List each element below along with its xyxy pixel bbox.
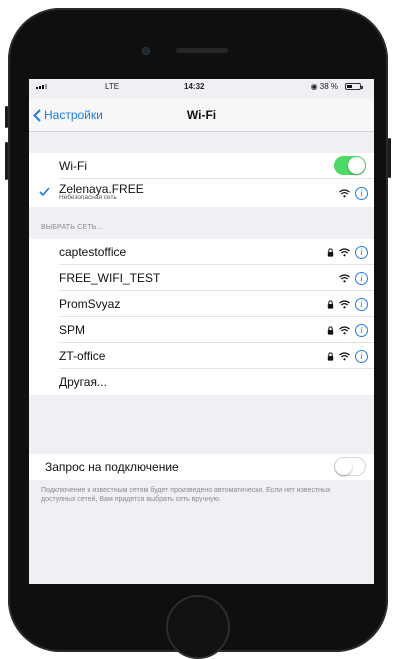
network-icons: i — [327, 343, 368, 369]
toggle-knob — [348, 157, 365, 174]
network-list: captestoffice i FREE_WIFI_TEST i PromSvy… — [29, 239, 374, 395]
battery-level — [347, 85, 352, 88]
ask-to-join-label: Запрос на подключение — [45, 460, 179, 474]
network-name: ZT-office — [59, 349, 106, 363]
info-icon[interactable]: i — [355, 349, 368, 363]
network-icons: i — [327, 291, 368, 317]
page-title: Wi-Fi — [186, 108, 217, 122]
lock-icon — [327, 299, 334, 309]
status-bar: LTE 14:32 ◉ 38 % — [29, 79, 374, 95]
wifi-toggle-row: Wi-Fi — [29, 153, 374, 179]
power-button — [388, 138, 391, 178]
ask-to-join-toggle[interactable] — [334, 457, 366, 476]
wifi-icon — [339, 247, 350, 256]
wifi-icon — [339, 325, 350, 334]
navigation-bar: Настройки Wi-Fi — [29, 99, 374, 132]
choose-network-header: ВЫБРАТЬ СЕТЬ... — [41, 224, 104, 231]
wifi-group: Wi-Fi Zelenaya.FREE Небезопасная сеть i — [29, 153, 374, 207]
network-row[interactable]: captestoffice i — [29, 239, 374, 265]
wifi-icon — [339, 188, 350, 197]
volume-down-button — [5, 142, 8, 180]
network-name: captestoffice — [59, 245, 127, 259]
home-button[interactable] — [166, 595, 230, 659]
network-row[interactable]: FREE_WIFI_TEST i — [29, 265, 374, 291]
network-row[interactable]: PromSvyaz i — [29, 291, 374, 317]
volume-up-button — [5, 106, 8, 128]
earpiece-speaker — [176, 48, 228, 53]
wifi-toggle[interactable] — [334, 156, 366, 175]
network-icons: i — [327, 317, 368, 343]
front-camera — [142, 47, 150, 55]
lock-icon — [327, 247, 334, 257]
toggle-knob — [335, 458, 352, 475]
battery-icon — [345, 83, 363, 90]
info-icon[interactable]: i — [355, 271, 368, 285]
network-icons: i — [339, 179, 368, 207]
network-row[interactable]: ZT-office i — [29, 343, 374, 369]
ask-to-join-row: Запрос на подключение — [29, 454, 374, 480]
info-icon[interactable]: i — [355, 186, 368, 200]
checkmark-icon — [39, 187, 50, 196]
network-name: PromSvyaz — [59, 297, 121, 311]
ask-to-join-footer: Подключение к известным сетям будет прои… — [41, 487, 331, 503]
wifi-label: Wi-Fi — [59, 159, 87, 173]
wifi-icon — [339, 351, 350, 360]
info-icon[interactable]: i — [355, 245, 368, 259]
connected-network-subtitle: Небезопасная сеть — [59, 194, 117, 201]
status-time: 14:32 — [184, 82, 205, 91]
info-icon[interactable]: i — [355, 297, 368, 311]
other-network-label: Другая... — [59, 375, 107, 389]
wifi-icon — [339, 299, 350, 308]
ask-to-join-group: Запрос на подключение — [29, 454, 374, 480]
info-icon[interactable]: i — [355, 323, 368, 337]
wifi-icon — [339, 273, 350, 282]
network-name: FREE_WIFI_TEST — [59, 271, 161, 285]
screen: LTE 14:32 ◉ 38 % Настройки Wi-Fi Wi-Fi Z… — [29, 79, 374, 584]
network-icons: i — [339, 265, 368, 291]
signal-icon — [36, 84, 47, 89]
battery-percent: ◉ 38 % — [310, 82, 338, 91]
carrier-label: LTE — [105, 82, 120, 91]
lock-icon — [327, 325, 334, 335]
connected-network-row[interactable]: Zelenaya.FREE Небезопасная сеть i — [29, 179, 374, 207]
network-row[interactable]: SPM i — [29, 317, 374, 343]
lock-icon — [327, 351, 334, 361]
network-name: SPM — [59, 323, 86, 337]
network-icons: i — [327, 239, 368, 265]
other-network-row[interactable]: Другая... — [29, 369, 374, 395]
